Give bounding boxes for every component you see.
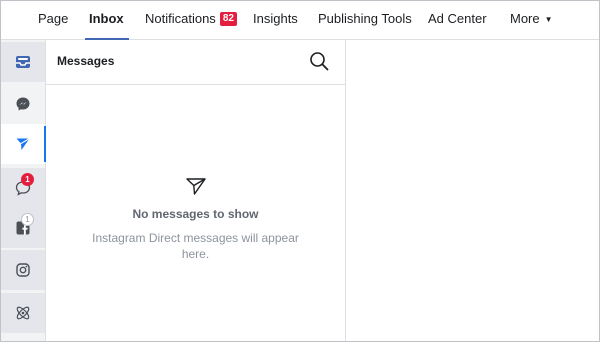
- messenger-icon: [16, 97, 30, 111]
- tab-page[interactable]: Page: [38, 1, 68, 39]
- tab-publishing-tools-label: Publishing Tools: [318, 11, 412, 26]
- tab-ad-center-label: Ad Center: [428, 11, 487, 26]
- automations-icon: [16, 306, 30, 320]
- sidebar-item-all-messages[interactable]: [1, 42, 45, 82]
- tab-publishing-tools[interactable]: Publishing Tools: [318, 1, 412, 39]
- tab-inbox[interactable]: Inbox: [85, 1, 129, 40]
- inbox-sidebar: 1 1: [1, 40, 46, 341]
- empty-state: No messages to show Instagram Direct mes…: [46, 175, 345, 262]
- sidebar-item-comments[interactable]: 1: [1, 168, 45, 208]
- tab-notifications[interactable]: Notifications 82: [145, 1, 237, 39]
- tab-page-label: Page: [38, 11, 69, 26]
- empty-state-title: No messages to show: [132, 207, 259, 221]
- tab-more[interactable]: More ▼: [510, 1, 553, 39]
- facebook-posts-count-badge: 1: [21, 213, 34, 226]
- page-top-nav: Page Inbox Notifications 82 Insights Publ…: [1, 1, 599, 40]
- tab-ad-center[interactable]: Ad Center: [428, 1, 487, 39]
- instagram-direct-icon: [16, 138, 30, 150]
- tab-notifications-label: Notifications: [145, 11, 216, 26]
- paper-plane-icon: [185, 178, 206, 195]
- messages-header: Messages: [46, 40, 345, 85]
- empty-state-description: Instagram Direct messages will appear he…: [92, 231, 299, 261]
- inbox-tray-icon: [16, 56, 30, 68]
- notifications-count-badge: 82: [219, 12, 237, 26]
- sidebar-item-messenger[interactable]: [1, 84, 45, 124]
- messages-title: Messages: [57, 54, 115, 68]
- search-icon: [310, 52, 329, 71]
- tab-more-label: More: [510, 11, 540, 26]
- tab-insights-label: Insights: [253, 11, 298, 26]
- sidebar-item-facebook-posts[interactable]: 1: [1, 208, 45, 248]
- instagram-icon: [16, 263, 30, 277]
- inbox-window: Page Inbox Notifications 82 Insights Publ…: [0, 0, 600, 342]
- messages-panel: Messages No messages to show Instagram D…: [46, 40, 346, 341]
- sidebar-item-automations[interactable]: [1, 293, 45, 333]
- caret-down-icon: ▼: [544, 15, 553, 24]
- comments-count-badge: 1: [21, 173, 34, 186]
- conversation-detail-pane: [346, 40, 599, 341]
- sidebar-item-instagram-direct[interactable]: [1, 124, 46, 164]
- sidebar-item-instagram-comments[interactable]: [1, 250, 45, 290]
- search-button[interactable]: [308, 50, 330, 72]
- tab-insights[interactable]: Insights: [253, 1, 298, 39]
- tab-inbox-label: Inbox: [89, 11, 124, 26]
